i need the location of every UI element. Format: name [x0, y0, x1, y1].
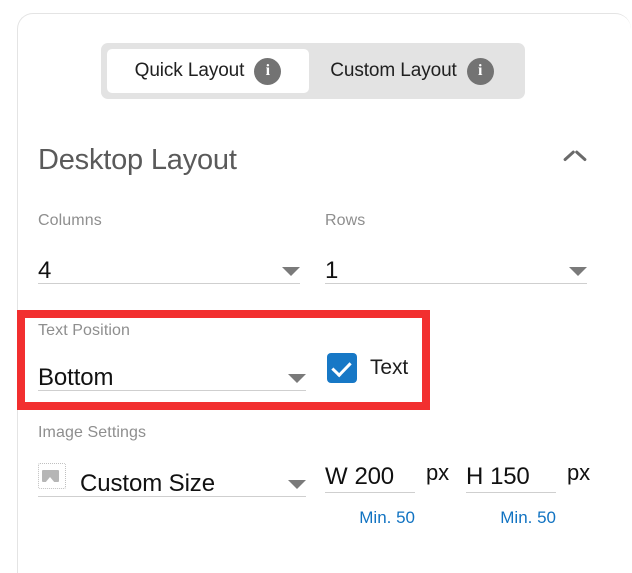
chevron-down-icon-text-position[interactable]: [288, 374, 306, 383]
chevron-down-icon-columns[interactable]: [282, 267, 300, 276]
layout-mode-tabs: Quick Layout i Custom Layout i: [101, 43, 525, 99]
image-settings-field: Image Settings Custom Size: [38, 424, 306, 497]
text-position-label: Text Position: [38, 322, 306, 340]
text-checkbox[interactable]: [327, 353, 357, 383]
image-placeholder-icon: [38, 463, 66, 489]
width-value: 200: [354, 462, 393, 492]
image-size-value: Custom Size: [80, 472, 274, 496]
image-settings-label: Image Settings: [38, 424, 306, 442]
text-position-select[interactable]: Bottom: [38, 349, 306, 391]
tab-custom-layout[interactable]: Custom Layout i: [309, 49, 515, 93]
chevron-up-icon[interactable]: [564, 153, 586, 167]
width-field: W 200 px: [325, 449, 449, 493]
width-unit: px: [426, 462, 449, 484]
info-icon-custom-layout[interactable]: i: [467, 58, 494, 85]
columns-field: Columns 4: [38, 212, 300, 284]
columns-label: Columns: [38, 212, 300, 230]
tab-quick-layout[interactable]: Quick Layout i: [107, 49, 309, 93]
chevron-down-icon-rows[interactable]: [569, 267, 587, 276]
rows-field: Rows 1: [325, 212, 587, 284]
image-size-select[interactable]: Custom Size: [38, 451, 306, 497]
text-position-value: Bottom: [38, 366, 113, 390]
height-field: H 150 px: [466, 449, 590, 493]
text-checkbox-label: Text: [370, 356, 408, 380]
height-unit: px: [567, 462, 590, 484]
text-position-field: Text Position Bottom: [38, 322, 306, 391]
chevron-down-icon-image-size[interactable]: [288, 480, 306, 489]
tab-custom-layout-label: Custom Layout: [330, 60, 457, 82]
columns-value: 4: [38, 259, 51, 283]
text-checkbox-row[interactable]: Text: [327, 353, 408, 383]
tab-quick-layout-label: Quick Layout: [135, 60, 245, 82]
info-icon-quick-layout[interactable]: i: [254, 58, 281, 85]
screenshot-root: Quick Layout i Custom Layout i Desktop L…: [0, 0, 632, 554]
rows-label: Rows: [325, 212, 587, 230]
height-input[interactable]: H 150: [466, 449, 556, 493]
width-hint: Min. 50: [325, 508, 415, 528]
height-value: 150: [490, 462, 529, 492]
width-input[interactable]: W 200: [325, 449, 415, 493]
rows-value: 1: [325, 259, 338, 283]
section-title: Desktop Layout: [38, 144, 237, 177]
columns-select[interactable]: 4: [38, 240, 300, 284]
rows-select[interactable]: 1: [325, 240, 587, 284]
width-prefix: W: [325, 462, 347, 492]
height-prefix: H: [466, 462, 483, 492]
height-hint: Min. 50: [466, 508, 556, 528]
desktop-layout-section-header[interactable]: Desktop Layout: [38, 138, 594, 182]
